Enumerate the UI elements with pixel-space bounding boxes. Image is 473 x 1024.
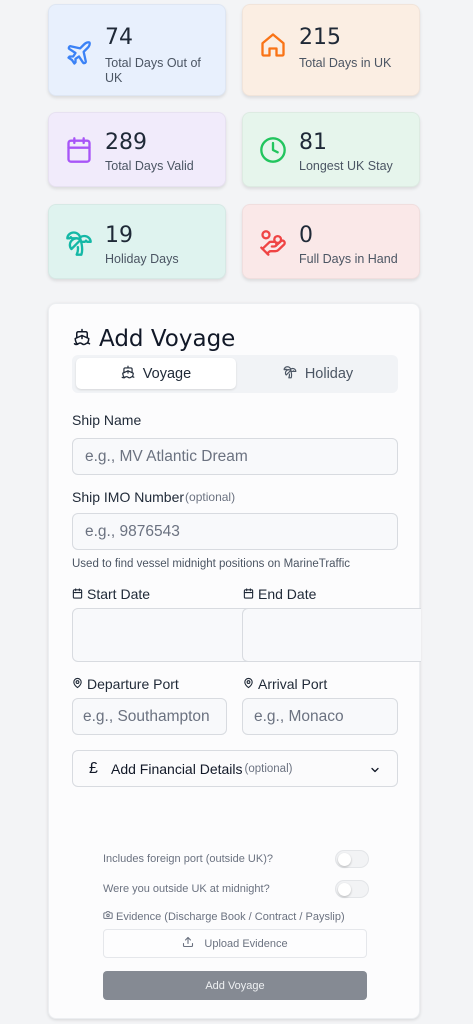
start-date-input[interactable] — [72, 608, 248, 662]
add-voyage-button[interactable]: Add Voyage — [103, 971, 367, 1000]
arrival-port-label: Arrival Port — [243, 676, 327, 692]
end-date-input[interactable] — [242, 608, 421, 662]
map-pin-icon — [243, 676, 258, 692]
stat-label: Holiday Days — [105, 252, 179, 266]
foreign-port-label: Includes foreign port (outside UK)? — [103, 853, 273, 865]
calendar-icon — [243, 586, 258, 602]
stat-card-days-valid: 289 Total Days Valid — [48, 112, 226, 187]
camera-icon — [103, 910, 116, 923]
calendar-icon — [65, 136, 93, 164]
outside-midnight-label: Were you outside UK at midnight? — [103, 883, 270, 895]
financial-details-label: Add Financial Details — [111, 760, 243, 777]
imo-label: Ship IMO Number (optional) — [72, 489, 235, 505]
tab-holiday[interactable]: Holiday — [238, 358, 398, 389]
evidence-label-text: Evidence (Discharge Book / Contract / Pa… — [116, 910, 345, 923]
stat-label: Total Days Out of UK — [105, 56, 201, 85]
plane-icon — [65, 39, 93, 67]
ship-icon — [73, 326, 99, 352]
chevron-down-icon — [369, 763, 381, 781]
stat-card-days-in-uk: 215 Total Days in UK — [242, 4, 420, 96]
financial-optional-tag: (optional) — [244, 762, 293, 775]
stat-value: 215 — [299, 25, 341, 50]
tab-voyage[interactable]: Voyage — [76, 358, 236, 389]
stat-label: Total Days in UK — [299, 56, 392, 70]
ship-name-label: Ship Name — [72, 412, 141, 428]
stat-label: Full Days in Hand — [299, 252, 398, 266]
arrival-port-label-text: Arrival Port — [258, 676, 328, 692]
ship-name-input[interactable] — [72, 438, 398, 475]
stat-value: 0 — [299, 223, 313, 248]
stat-value: 81 — [299, 130, 327, 155]
end-date-label: End Date — [243, 586, 316, 602]
tab-voyage-label: Voyage — [142, 365, 192, 382]
stat-label: Total Days Valid — [105, 159, 194, 173]
form-title-text: Add Voyage — [99, 326, 236, 352]
outside-midnight-switch[interactable] — [335, 880, 369, 898]
upload-evidence-button[interactable]: Upload Evidence — [103, 929, 367, 958]
stat-value: 74 — [105, 25, 133, 50]
tab-holiday-label: Holiday — [304, 365, 354, 382]
stat-label: Longest UK Stay — [299, 159, 393, 173]
stat-card-days-in-hand: 0 Full Days in Hand — [242, 204, 420, 279]
foreign-port-switch[interactable] — [335, 850, 369, 868]
upload-icon — [182, 936, 204, 951]
clock-icon — [259, 136, 287, 164]
stat-card-longest-stay: 81 Longest UK Stay — [242, 112, 420, 187]
form-title: Add Voyage — [73, 326, 235, 352]
palm-tree-icon — [283, 365, 305, 383]
home-icon — [259, 31, 287, 59]
pound-icon: £ — [89, 759, 98, 777]
stat-card-holiday-days: 19 Holiday Days — [48, 204, 226, 279]
imo-optional-tag: (optional) — [185, 490, 236, 504]
start-date-label-text: Start Date — [87, 586, 151, 602]
hand-coins-icon — [259, 229, 287, 257]
start-date-label: Start Date — [72, 586, 150, 602]
imo-input[interactable] — [72, 513, 398, 550]
financial-details-toggle[interactable]: £ Add Financial Details (optional) — [72, 750, 398, 787]
arrival-port-input[interactable] — [242, 698, 398, 735]
departure-port-label: Departure Port — [72, 676, 179, 692]
map-pin-icon — [72, 676, 87, 692]
add-voyage-card: Add Voyage Voyage Holiday Ship Name Ship… — [48, 303, 421, 1019]
end-date-label-text: End Date — [258, 586, 317, 602]
upload-evidence-label: Upload Evidence — [204, 937, 288, 950]
stat-value: 289 — [105, 130, 147, 155]
departure-port-input[interactable] — [72, 698, 227, 735]
palm-tree-icon — [65, 229, 93, 257]
voyage-type-tabs: Voyage Holiday — [72, 355, 398, 393]
evidence-label: Evidence (Discharge Book / Contract / Pa… — [103, 910, 345, 923]
imo-label-text: Ship IMO Number — [72, 489, 185, 505]
calendar-icon — [72, 586, 87, 602]
stat-card-days-out: 74 Total Days Out of UK — [48, 4, 226, 96]
foreign-port-row: Includes foreign port (outside UK)? — [103, 850, 369, 870]
imo-help-text: Used to find vessel midnight positions o… — [72, 558, 351, 570]
stat-value: 19 — [105, 223, 133, 248]
outside-midnight-row: Were you outside UK at midnight? — [103, 880, 369, 900]
ship-icon — [121, 365, 143, 383]
departure-port-label-text: Departure Port — [87, 676, 179, 692]
ship-name-label-text: Ship Name — [72, 412, 142, 428]
